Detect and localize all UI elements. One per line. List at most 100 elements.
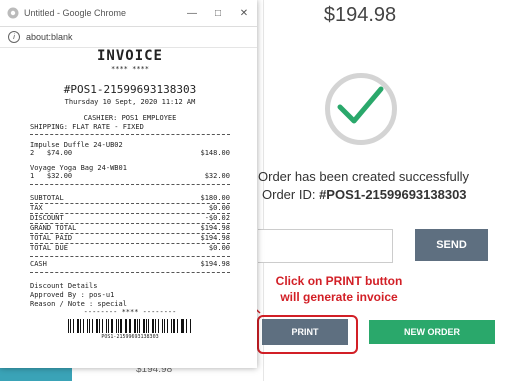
totals-row: TOTAL PAID $194.98 xyxy=(30,234,230,243)
totals-row: SUBTOTAL $180.00 xyxy=(30,194,230,203)
barcode-bar xyxy=(76,319,79,333)
totals-value: $180.00 xyxy=(200,194,230,202)
barcode-bar xyxy=(82,319,85,333)
totals-value: -$0.02 xyxy=(204,214,230,222)
barcode-bar xyxy=(177,319,178,333)
barcode-bar xyxy=(96,319,99,333)
cash-label: CASH xyxy=(30,260,47,268)
annotation: Click on PRINT button will generate invo… xyxy=(264,273,414,305)
barcode-number: POS1-21599693138303 xyxy=(101,334,159,340)
barcode-bar xyxy=(162,319,164,333)
success-message: Order has been created successfully xyxy=(258,169,469,184)
totals-label: GRAND TOTAL xyxy=(30,224,77,232)
item-name: Impulse Duffle 24-UB02 xyxy=(30,141,123,149)
barcode-bar xyxy=(180,319,182,333)
barcode-bar xyxy=(157,319,160,333)
item-name: Voyage Yoga Bag 24-WB01 xyxy=(30,164,127,172)
barcode-bar xyxy=(136,319,138,333)
totals-value: $0.00 xyxy=(208,204,230,212)
barcode-bar xyxy=(126,319,128,333)
barcode xyxy=(68,319,192,333)
info-icon[interactable]: i xyxy=(8,31,20,43)
chrome-icon xyxy=(7,7,19,19)
order-id-value: #POS1-21599693138303 xyxy=(319,187,467,202)
totals-value: $194.98 xyxy=(200,224,230,232)
barcode-bar xyxy=(134,319,136,333)
footer-stars: -------- **** -------- xyxy=(83,308,177,316)
invoice-stars: **** **** xyxy=(111,65,149,73)
totals-value: $0.00 xyxy=(208,244,230,252)
item-total: $32.00 xyxy=(204,172,230,180)
totals-row: DISCOUNT -$0.02 xyxy=(30,214,230,223)
barcode-bar xyxy=(171,319,172,333)
divider xyxy=(30,184,230,185)
minimize-icon[interactable]: — xyxy=(179,0,205,26)
barcode-bar xyxy=(73,319,74,333)
cash-row: CASH $194.98 xyxy=(30,260,230,269)
close-icon[interactable]: ✕ xyxy=(231,0,257,26)
barcode-bar xyxy=(185,319,187,333)
barcode-bar xyxy=(70,319,72,333)
barcode-bar xyxy=(108,319,109,333)
totals-label: SUBTOTAL xyxy=(30,194,64,202)
line-item: Impulse Duffle 24-UB02 2 $74.00 $148.00 xyxy=(30,141,230,158)
item-total: $148.00 xyxy=(200,149,230,157)
barcode-bar xyxy=(139,319,141,333)
barcode-bar xyxy=(105,319,107,333)
totals-row: GRAND TOTAL $194.98 xyxy=(30,224,230,233)
barcode-bar xyxy=(88,319,90,333)
invoice-cashier: CASHIER: POS1 EMPLOYEE xyxy=(83,114,177,122)
totals-label: TOTAL PAID xyxy=(30,234,73,242)
barcode-bar xyxy=(166,319,169,333)
barcode-bar xyxy=(164,319,165,333)
email-input[interactable] xyxy=(258,229,393,263)
totals-label: DISCOUNT xyxy=(30,214,64,222)
barcode-bar xyxy=(99,319,100,333)
divider xyxy=(30,272,230,273)
barcode-bar xyxy=(115,319,117,333)
new-order-button[interactable]: NEW ORDER xyxy=(369,320,495,344)
discount-approved: Approved By : pos-u1 xyxy=(30,291,115,299)
url-text: about:blank xyxy=(26,32,73,42)
line-item: Voyage Yoga Bag 24-WB01 1 $32.00 $32.00 xyxy=(30,164,230,181)
invoice-date: Thursday 10 Sept, 2020 11:12 AM xyxy=(64,98,196,106)
totals-row: TAX $0.00 xyxy=(30,204,230,213)
discount-heading: Discount Details xyxy=(30,282,98,290)
cash-value: $194.98 xyxy=(200,260,230,268)
barcode-bar xyxy=(143,319,145,333)
barcode-bar xyxy=(152,319,155,333)
divider xyxy=(30,256,230,257)
divider xyxy=(30,134,230,135)
barcode-bar xyxy=(80,319,81,333)
maximize-icon[interactable]: □ xyxy=(205,0,231,26)
barcode-bar xyxy=(87,319,88,333)
barcode-bar xyxy=(110,319,113,333)
barcode-bar xyxy=(129,319,132,333)
discount-reason: Reason / Note : special xyxy=(30,300,127,308)
checkmark-icon xyxy=(337,86,384,124)
barcode-bar xyxy=(145,319,147,333)
totals-value: $194.98 xyxy=(200,234,230,242)
barcode-bar xyxy=(124,319,126,333)
barcode-bar xyxy=(155,319,156,333)
barcode-bar xyxy=(117,319,119,333)
barcode-bar xyxy=(148,319,150,333)
print-button[interactable]: PRINT xyxy=(262,319,348,345)
invoice-shipping: SHIPPING: FLAT RATE - FIXED xyxy=(30,123,144,131)
send-button[interactable]: SEND xyxy=(415,229,488,261)
totals-label: TAX xyxy=(30,204,43,212)
window-title: Untitled - Google Chrome xyxy=(24,8,127,18)
invoice-id: #POS1-21599693138303 xyxy=(63,83,197,96)
barcode-bar xyxy=(172,319,176,333)
address-bar[interactable]: i about:blank xyxy=(0,27,257,48)
barcode-bar xyxy=(182,319,184,333)
barcode-bar xyxy=(91,319,93,333)
annotation-line2: will generate invoice xyxy=(280,290,398,304)
window-titlebar: Untitled - Google Chrome — □ ✕ xyxy=(0,0,257,27)
order-total: $194.98 xyxy=(323,4,397,26)
chrome-window: Untitled - Google Chrome — □ ✕ i about:b… xyxy=(0,0,257,368)
barcode-bar xyxy=(120,319,122,333)
annotation-line1: Click on PRINT button xyxy=(275,274,403,288)
barcode-bar xyxy=(189,319,192,333)
order-id-line: Order ID: #POS1-21599693138303 xyxy=(262,187,467,202)
